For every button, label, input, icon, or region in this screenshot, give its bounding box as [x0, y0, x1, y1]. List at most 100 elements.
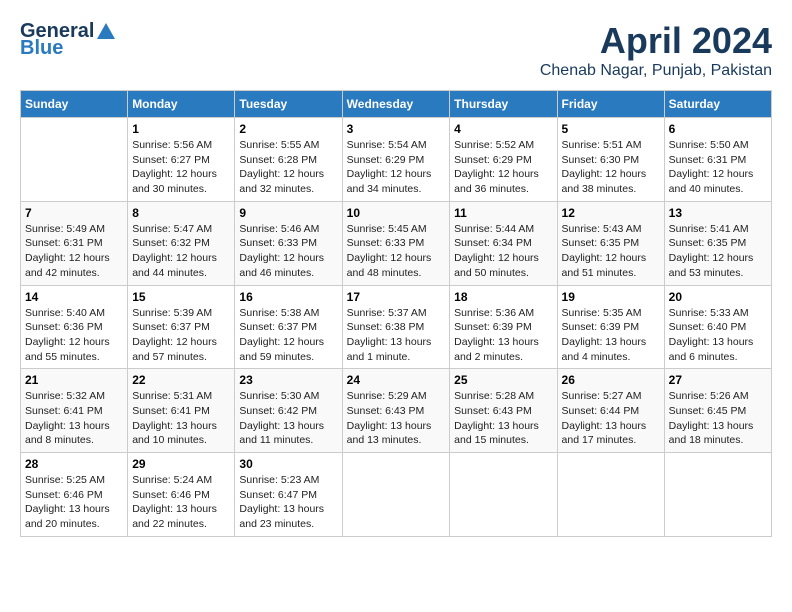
cell-info: Sunrise: 5:32 AMSunset: 6:41 PMDaylight:… — [25, 389, 123, 448]
calendar-cell — [21, 118, 128, 202]
day-number: 25 — [454, 373, 552, 387]
cell-info: Sunrise: 5:24 AMSunset: 6:46 PMDaylight:… — [132, 473, 230, 532]
week-row-1: 1 Sunrise: 5:56 AMSunset: 6:27 PMDaylight… — [21, 118, 772, 202]
day-number: 5 — [562, 122, 660, 136]
cell-info: Sunrise: 5:39 AMSunset: 6:37 PMDaylight:… — [132, 306, 230, 365]
day-number: 17 — [347, 290, 446, 304]
week-row-3: 14Sunrise: 5:40 AMSunset: 6:36 PMDayligh… — [21, 285, 772, 369]
calendar-header-row: SundayMondayTuesdayWednesdayThursdayFrid… — [21, 91, 772, 118]
day-number: 30 — [239, 457, 337, 471]
calendar-cell: 14Sunrise: 5:40 AMSunset: 6:36 PMDayligh… — [21, 285, 128, 369]
cell-info: Sunrise: 5:28 AMSunset: 6:43 PMDaylight:… — [454, 389, 552, 448]
day-number: 2 — [239, 122, 337, 136]
calendar-cell: 28Sunrise: 5:25 AMSunset: 6:46 PMDayligh… — [21, 453, 128, 537]
cell-info: Sunrise: 5:33 AMSunset: 6:40 PMDaylight:… — [669, 306, 767, 365]
calendar-cell: 4 Sunrise: 5:52 AMSunset: 6:29 PMDaylight… — [450, 118, 557, 202]
header: General Blue April 2024 Chenab Nagar, Pu… — [20, 20, 772, 80]
calendar-cell: 10Sunrise: 5:45 AMSunset: 6:33 PMDayligh… — [342, 201, 450, 285]
calendar-cell: 26Sunrise: 5:27 AMSunset: 6:44 PMDayligh… — [557, 369, 664, 453]
calendar-cell: 22 Sunrise: 5:31 AMSunset: 6:41 PMDayligh… — [128, 369, 235, 453]
week-row-5: 28Sunrise: 5:25 AMSunset: 6:46 PMDayligh… — [21, 453, 772, 537]
day-number: 27 — [669, 373, 767, 387]
calendar-cell: 27Sunrise: 5:26 AMSunset: 6:45 PMDayligh… — [664, 369, 771, 453]
logo-icon — [95, 21, 117, 43]
column-header-thursday: Thursday — [450, 91, 557, 118]
calendar-cell: 15Sunrise: 5:39 AMSunset: 6:37 PMDayligh… — [128, 285, 235, 369]
logo-blue: Blue — [20, 37, 63, 60]
day-number: 8 — [132, 206, 230, 220]
day-number: 16 — [239, 290, 337, 304]
calendar-cell: 9 Sunrise: 5:46 AMSunset: 6:33 PMDaylight… — [235, 201, 342, 285]
column-header-wednesday: Wednesday — [342, 91, 450, 118]
day-number: 29 — [132, 457, 230, 471]
day-number: 4 — [454, 122, 552, 136]
day-number: 1 — [132, 122, 230, 136]
day-number: 20 — [669, 290, 767, 304]
day-number: 18 — [454, 290, 552, 304]
calendar-cell: 29 Sunrise: 5:24 AMSunset: 6:46 PMDayligh… — [128, 453, 235, 537]
logo: General Blue — [20, 20, 117, 60]
calendar-cell: 6 Sunrise: 5:50 AMSunset: 6:31 PMDaylight… — [664, 118, 771, 202]
cell-info: Sunrise: 5:41 AMSunset: 6:35 PMDaylight:… — [669, 222, 767, 281]
calendar-cell: 30 Sunrise: 5:23 AMSunset: 6:47 PMDayligh… — [235, 453, 342, 537]
calendar-cell — [557, 453, 664, 537]
cell-info: Sunrise: 5:44 AMSunset: 6:34 PMDaylight:… — [454, 222, 552, 281]
cell-info: Sunrise: 5:51 AMSunset: 6:30 PMDaylight:… — [562, 138, 660, 197]
cell-info: Sunrise: 5:40 AMSunset: 6:36 PMDaylight:… — [25, 306, 123, 365]
calendar-cell: 24 Sunrise: 5:29 AMSunset: 6:43 PMDayligh… — [342, 369, 450, 453]
calendar-cell: 1 Sunrise: 5:56 AMSunset: 6:27 PMDaylight… — [128, 118, 235, 202]
cell-info: Sunrise: 5:52 AMSunset: 6:29 PMDaylight:… — [454, 138, 552, 197]
day-number: 19 — [562, 290, 660, 304]
calendar-cell — [664, 453, 771, 537]
main-title: April 2024 — [540, 20, 772, 62]
cell-info: Sunrise: 5:49 AMSunset: 6:31 PMDaylight:… — [25, 222, 123, 281]
day-number: 12 — [562, 206, 660, 220]
day-number: 9 — [239, 206, 337, 220]
cell-info: Sunrise: 5:31 AMSunset: 6:41 PMDaylight:… — [132, 389, 230, 448]
calendar-cell: 21 Sunrise: 5:32 AMSunset: 6:41 PMDayligh… — [21, 369, 128, 453]
day-number: 3 — [347, 122, 446, 136]
column-header-sunday: Sunday — [21, 91, 128, 118]
cell-info: Sunrise: 5:35 AMSunset: 6:39 PMDaylight:… — [562, 306, 660, 365]
cell-info: Sunrise: 5:45 AMSunset: 6:33 PMDaylight:… — [347, 222, 446, 281]
day-number: 28 — [25, 457, 123, 471]
calendar-cell: 12 Sunrise: 5:43 AMSunset: 6:35 PMDayligh… — [557, 201, 664, 285]
day-number: 22 — [132, 373, 230, 387]
cell-info: Sunrise: 5:43 AMSunset: 6:35 PMDaylight:… — [562, 222, 660, 281]
week-row-2: 7 Sunrise: 5:49 AMSunset: 6:31 PMDaylight… — [21, 201, 772, 285]
cell-info: Sunrise: 5:37 AMSunset: 6:38 PMDaylight:… — [347, 306, 446, 365]
cell-info: Sunrise: 5:54 AMSunset: 6:29 PMDaylight:… — [347, 138, 446, 197]
cell-info: Sunrise: 5:46 AMSunset: 6:33 PMDaylight:… — [239, 222, 337, 281]
calendar-cell: 2 Sunrise: 5:55 AMSunset: 6:28 PMDaylight… — [235, 118, 342, 202]
calendar-cell: 8 Sunrise: 5:47 AMSunset: 6:32 PMDaylight… — [128, 201, 235, 285]
column-header-friday: Friday — [557, 91, 664, 118]
calendar-cell — [450, 453, 557, 537]
calendar: SundayMondayTuesdayWednesdayThursdayFrid… — [20, 90, 772, 537]
cell-info: Sunrise: 5:56 AMSunset: 6:27 PMDaylight:… — [132, 138, 230, 197]
day-number: 6 — [669, 122, 767, 136]
calendar-cell: 20 Sunrise: 5:33 AMSunset: 6:40 PMDayligh… — [664, 285, 771, 369]
subtitle: Chenab Nagar, Punjab, Pakistan — [540, 62, 772, 80]
day-number: 26 — [562, 373, 660, 387]
day-number: 11 — [454, 206, 552, 220]
cell-info: Sunrise: 5:30 AMSunset: 6:42 PMDaylight:… — [239, 389, 337, 448]
calendar-cell: 11 Sunrise: 5:44 AMSunset: 6:34 PMDayligh… — [450, 201, 557, 285]
day-number: 7 — [25, 206, 123, 220]
calendar-cell: 3 Sunrise: 5:54 AMSunset: 6:29 PMDaylight… — [342, 118, 450, 202]
title-area: April 2024 Chenab Nagar, Punjab, Pakista… — [540, 20, 772, 80]
calendar-cell: 18 Sunrise: 5:36 AMSunset: 6:39 PMDayligh… — [450, 285, 557, 369]
day-number: 24 — [347, 373, 446, 387]
calendar-cell — [342, 453, 450, 537]
cell-info: Sunrise: 5:55 AMSunset: 6:28 PMDaylight:… — [239, 138, 337, 197]
cell-info: Sunrise: 5:36 AMSunset: 6:39 PMDaylight:… — [454, 306, 552, 365]
calendar-cell: 17 Sunrise: 5:37 AMSunset: 6:38 PMDayligh… — [342, 285, 450, 369]
day-number: 21 — [25, 373, 123, 387]
cell-info: Sunrise: 5:29 AMSunset: 6:43 PMDaylight:… — [347, 389, 446, 448]
cell-info: Sunrise: 5:38 AMSunset: 6:37 PMDaylight:… — [239, 306, 337, 365]
calendar-cell: 5 Sunrise: 5:51 AMSunset: 6:30 PMDaylight… — [557, 118, 664, 202]
cell-info: Sunrise: 5:47 AMSunset: 6:32 PMDaylight:… — [132, 222, 230, 281]
column-header-monday: Monday — [128, 91, 235, 118]
cell-info: Sunrise: 5:23 AMSunset: 6:47 PMDaylight:… — [239, 473, 337, 532]
cell-info: Sunrise: 5:50 AMSunset: 6:31 PMDaylight:… — [669, 138, 767, 197]
week-row-4: 21 Sunrise: 5:32 AMSunset: 6:41 PMDayligh… — [21, 369, 772, 453]
